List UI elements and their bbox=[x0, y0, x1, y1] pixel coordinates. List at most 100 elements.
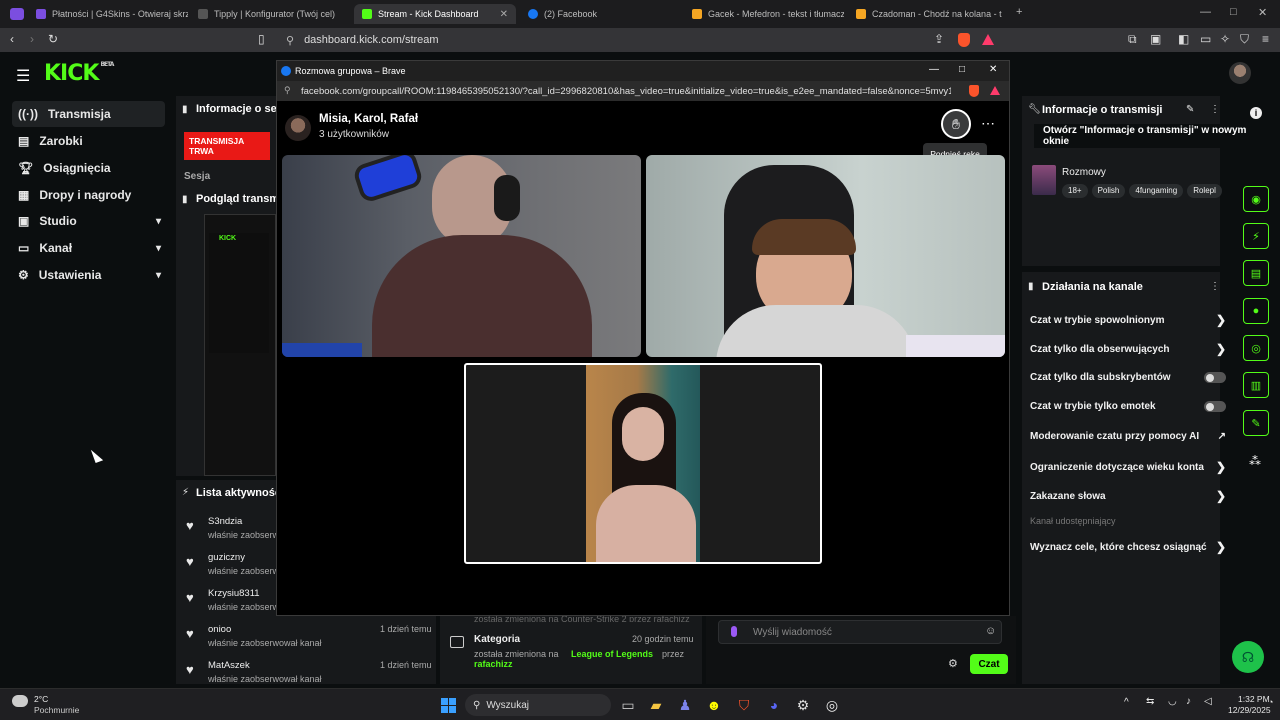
volume-icon[interactable]: ◁ bbox=[1204, 696, 1212, 707]
snapchat-icon[interactable]: ☻ bbox=[704, 695, 724, 715]
sidebar-item-osiagniecia[interactable]: 🏆︎ Osiągnięcia bbox=[12, 155, 165, 181]
brave-icon[interactable]: ⛉ bbox=[734, 695, 754, 715]
action-account-age[interactable]: Ograniczenie dotyczące wieku konta ❯ bbox=[1030, 460, 1226, 474]
wrench-icon[interactable]: ✎ bbox=[1243, 410, 1269, 436]
brave-rewards-icon[interactable] bbox=[990, 86, 1000, 95]
reload-icon[interactable]: ↻ bbox=[48, 32, 58, 46]
new-tab-icon[interactable]: + bbox=[1016, 6, 1022, 18]
share-icon[interactable]: ⇪ bbox=[934, 32, 944, 46]
steam-icon[interactable]: ⚙ bbox=[793, 695, 813, 715]
sidebar-icon[interactable]: ◧ bbox=[1178, 32, 1189, 46]
site-info-icon[interactable]: ⚲ bbox=[286, 34, 294, 47]
participant-video[interactable] bbox=[646, 155, 1005, 357]
browser-tab[interactable]: Tipply | Konfigurator (Twój cel) bbox=[190, 4, 350, 24]
emoji-icon[interactable]: ☺ bbox=[985, 625, 996, 637]
support-chat-button[interactable]: ☊ bbox=[1232, 641, 1264, 673]
action-slow-mode[interactable]: Czat w trybie spowolnionym ❯ bbox=[1030, 313, 1226, 327]
more-icon[interactable]: ⋮ bbox=[1210, 281, 1220, 292]
weather-icon[interactable] bbox=[12, 695, 28, 707]
preview-mini-logo: KICK bbox=[219, 235, 237, 242]
tag[interactable]: Polish bbox=[1091, 183, 1126, 198]
cast-icon[interactable]: ▣ bbox=[1150, 32, 1161, 46]
maximize-icon[interactable]: □ bbox=[959, 64, 965, 75]
action-emote-only[interactable]: Czat w trybie tylko emotek bbox=[1030, 401, 1226, 412]
maximize-icon[interactable]: □ bbox=[1230, 6, 1237, 18]
sidebar-item-kanal[interactable]: ▭ Kanał ▾ bbox=[12, 235, 165, 261]
action-subscribers-only[interactable]: Czat tylko dla subskrybentów bbox=[1030, 372, 1226, 383]
tag[interactable]: 18+ bbox=[1062, 183, 1088, 198]
raise-hand-button[interactable]: ✋︎ bbox=[941, 109, 971, 139]
tray-chevron-icon[interactable]: ^ bbox=[1124, 697, 1129, 708]
more-options-icon[interactable]: ⋯ bbox=[981, 115, 995, 132]
menu-icon[interactable]: ≡ bbox=[1262, 32, 1269, 46]
sidebar-item-dropy[interactable]: ▦ Dropy i nagrody bbox=[12, 182, 165, 208]
browser-tab-active[interactable]: Stream - Kick Dashboard ✕ bbox=[354, 4, 516, 24]
brave-rewards-icon[interactable] bbox=[982, 34, 994, 45]
tag[interactable]: 4fungaming bbox=[1129, 183, 1184, 198]
wrench-icon: 🔧︎ bbox=[1028, 104, 1041, 115]
tag[interactable]: Rolepl bbox=[1187, 183, 1222, 198]
network-icon[interactable]: ⇆ bbox=[1146, 696, 1154, 707]
sidebar-item-ustawienia[interactable]: ⚙ Ustawienia ▾ bbox=[12, 262, 165, 288]
brave-shield-icon[interactable] bbox=[969, 85, 979, 97]
minimize-icon[interactable]: — bbox=[1200, 6, 1211, 18]
info-icon[interactable]: i bbox=[1250, 107, 1262, 119]
action-ai-moderation[interactable]: Moderowanie czatu przy pomocy AI ↗ bbox=[1030, 431, 1226, 442]
close-icon[interactable]: ✕ bbox=[1258, 6, 1267, 19]
extensions-icon[interactable]: ⧉ bbox=[1128, 32, 1137, 47]
url-field[interactable]: ⚲ dashboard.kick.com/stream bbox=[278, 31, 998, 49]
hamburger-icon[interactable]: ☰ bbox=[16, 66, 30, 86]
stream-preview[interactable]: KICK bbox=[204, 214, 276, 476]
browser-menu-icon[interactable] bbox=[10, 8, 24, 20]
close-icon[interactable]: ✕ bbox=[989, 64, 997, 75]
minimize-icon[interactable]: — bbox=[929, 64, 939, 75]
sidebar-item-transmisja[interactable]: ((·)) Transmisja bbox=[12, 101, 165, 127]
layout-icon[interactable]: ▥ bbox=[1243, 372, 1269, 398]
task-view-icon[interactable]: ▭ bbox=[618, 695, 638, 715]
chat-icon[interactable]: ● bbox=[1243, 298, 1269, 324]
browser-tab[interactable]: Czadoman - Chodź na kolana - tekst bbox=[848, 4, 1002, 24]
back-icon[interactable]: ‹ bbox=[10, 32, 14, 46]
windows-start-icon[interactable] bbox=[438, 695, 458, 715]
discord-icon[interactable]: ◕ bbox=[764, 695, 784, 715]
chat-settings-icon[interactable]: ⚙ bbox=[948, 657, 958, 670]
file-explorer-icon[interactable]: ▰ bbox=[646, 695, 666, 715]
subscribers-only-toggle[interactable] bbox=[1204, 372, 1226, 383]
brave-shield-icon[interactable] bbox=[958, 33, 970, 47]
wallet-icon[interactable]: ▭ bbox=[1200, 32, 1211, 46]
participant-video[interactable] bbox=[282, 155, 641, 357]
chat-send-button[interactable]: Czat bbox=[970, 654, 1008, 674]
avatar[interactable] bbox=[1229, 62, 1251, 84]
search-icon: ⚲ bbox=[473, 699, 481, 711]
speaker-icon[interactable]: ♪ bbox=[1186, 696, 1191, 707]
sidebar-item-zarobki[interactable]: ▤ Zarobki bbox=[12, 128, 165, 154]
action-set-goals[interactable]: Wyznacz cele, które chcesz osiągnąć ❯ bbox=[1030, 540, 1226, 554]
camera-icon[interactable]: ◉ bbox=[1243, 186, 1269, 212]
more-icon[interactable]: ⋮ bbox=[1210, 104, 1220, 115]
action-banned-words[interactable]: Zakazane słowa ❯ bbox=[1030, 489, 1226, 503]
leo-icon[interactable]: ✧ bbox=[1220, 32, 1230, 46]
document-icon[interactable]: ▤ bbox=[1243, 260, 1269, 286]
kick-logo[interactable]: KICK BETA bbox=[44, 61, 114, 86]
browser-tab[interactable]: (2) Facebook bbox=[520, 4, 680, 24]
browser-tab[interactable]: Gacek - Mefedron - tekst i tłumaczen bbox=[684, 4, 844, 24]
sidebar-item-studio[interactable]: ▣ Studio ▾ bbox=[12, 208, 165, 234]
notification-bell-icon[interactable]: ◔ bbox=[1268, 697, 1273, 707]
obs-icon[interactable]: ◎ bbox=[822, 695, 842, 715]
forward-icon[interactable]: › bbox=[30, 32, 34, 46]
lightning-icon[interactable]: ⚡︎ bbox=[1243, 223, 1269, 249]
action-followers-only[interactable]: Czat tylko dla obserwujących ❯ bbox=[1030, 342, 1226, 356]
teams-icon[interactable]: ♟ bbox=[675, 695, 695, 715]
wifi-icon[interactable]: ◡ bbox=[1168, 696, 1177, 707]
browser-tab[interactable]: Płatności | G4Skins - Otwieraj skrzyn bbox=[28, 4, 188, 24]
edit-icon[interactable]: ✎ bbox=[1186, 104, 1194, 115]
taskbar-search[interactable]: ⚲ Wyszukaj bbox=[465, 694, 611, 716]
close-tab-icon[interactable]: ✕ bbox=[500, 9, 508, 20]
broadcast-icon[interactable]: ◎ bbox=[1243, 335, 1269, 361]
participant-video-active[interactable] bbox=[464, 363, 822, 564]
emote-only-toggle[interactable] bbox=[1204, 401, 1226, 412]
settings-dots-icon[interactable]: ⁂ bbox=[1249, 454, 1261, 468]
vpn-icon[interactable]: ⛉ bbox=[1240, 32, 1249, 47]
bookmark-icon[interactable]: ▯ bbox=[258, 32, 265, 46]
chat-input[interactable]: Wyślij wiadomość ☺ bbox=[718, 620, 1002, 644]
